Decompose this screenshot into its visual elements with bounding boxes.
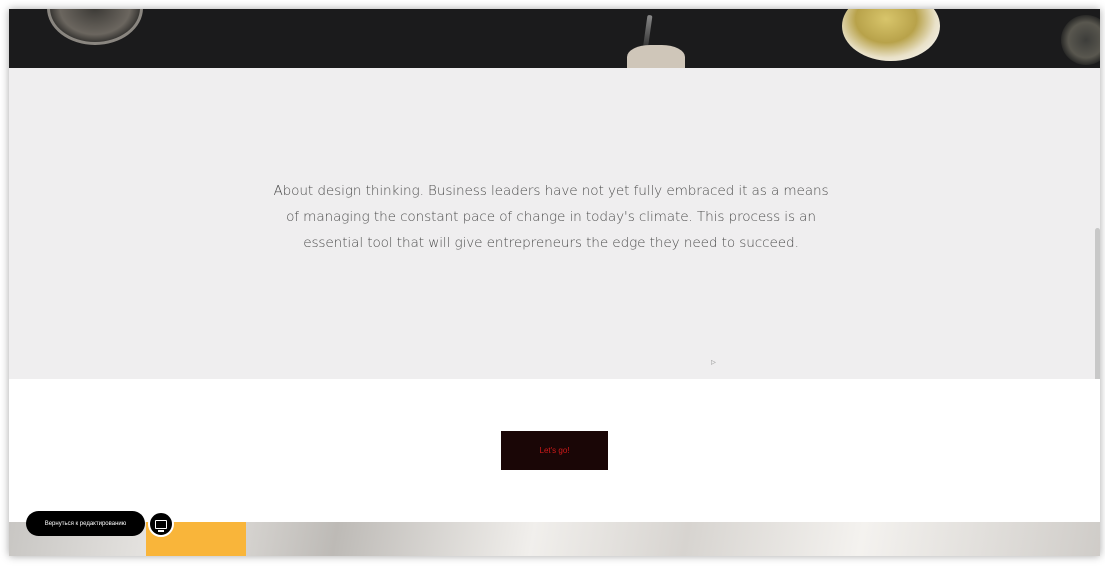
monitor-icon (155, 519, 167, 532)
about-section: About design thinking. Business leaders … (9, 68, 1100, 398)
bowl-image (842, 9, 940, 61)
hero-image-strip (9, 9, 1100, 68)
cta-section: Let's go! (9, 379, 1100, 522)
browser-viewport: About design thinking. Business leaders … (9, 9, 1100, 556)
mouse-cursor-icon: ▹ (711, 357, 717, 368)
scrollbar-thumb[interactable] (1095, 228, 1100, 398)
coffee-cup-image (47, 9, 143, 45)
preview-toggle-button[interactable] (148, 511, 174, 537)
back-to-editing-button[interactable]: Вернуться к редактированию (26, 511, 145, 536)
dish-image (1061, 15, 1100, 65)
hand-image (627, 45, 685, 68)
lets-go-button[interactable]: Let's go! (501, 431, 608, 470)
about-text: About design thinking. Business leaders … (273, 183, 829, 251)
